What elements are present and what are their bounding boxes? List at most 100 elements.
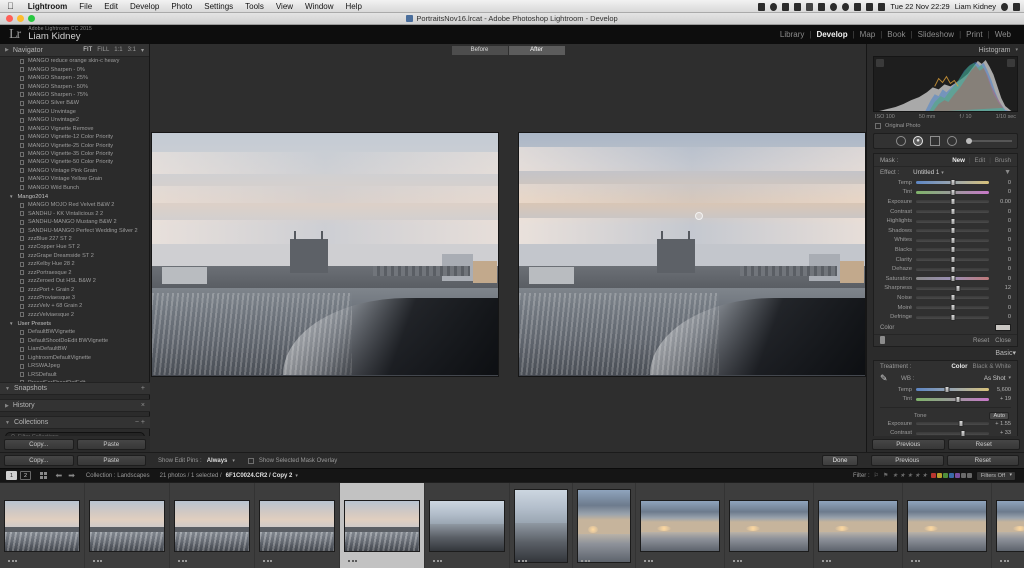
chevron-down-icon[interactable]: ▾ (295, 473, 298, 479)
filmstrip[interactable] (0, 482, 1024, 568)
preset-item[interactable]: LRSWAJpeg (2, 362, 146, 370)
treatment-color[interactable]: Color (951, 363, 967, 370)
slider-dehaze[interactable]: Dehaze 0 (874, 264, 1017, 274)
preset-item[interactable]: MANGO Vignette-12 Color Priority (2, 133, 146, 141)
module-slideshow[interactable]: Slideshow (913, 30, 959, 39)
histogram-header[interactable]: Histogram ▾ (867, 44, 1024, 56)
preset-item[interactable]: zzzGrape Dreamside ST 2 (2, 252, 146, 260)
preset-item[interactable]: LightroomDefaultVignette (2, 353, 146, 361)
reset-button[interactable]: Reset (947, 438, 1020, 450)
menu-help[interactable]: Help (340, 0, 368, 13)
menu-view[interactable]: View (270, 0, 299, 13)
before-photo[interactable] (150, 131, 499, 377)
slider-noise[interactable]: Noise 0 (874, 293, 1017, 303)
volume-icon[interactable] (878, 2, 886, 11)
module-print[interactable]: Print (961, 30, 987, 39)
slider-knob[interactable] (950, 275, 955, 283)
mask-mode-new[interactable]: New (952, 157, 965, 164)
preset-item[interactable]: zzzzPort + Grain 2 (2, 285, 146, 293)
slider-defringe[interactable]: Defringe 0 (874, 312, 1017, 322)
chevron-down-icon[interactable]: ▾ (941, 170, 944, 176)
chevron-down-icon[interactable]: ▼ (9, 194, 13, 199)
add-snapshot-button[interactable]: + (141, 385, 145, 392)
preset-item[interactable]: zzzBlue 227 ST 2 (2, 235, 146, 243)
wifi-icon[interactable] (854, 2, 862, 11)
preset-item[interactable]: MANGO Vignette-50 Color Priority (2, 158, 146, 166)
chevron-down-icon[interactable]: ▾ (1008, 375, 1011, 381)
collections-header[interactable]: ▼ Collections − + (0, 416, 150, 429)
slider-knob[interactable] (950, 208, 955, 216)
module-map[interactable]: Map (855, 30, 881, 39)
slider-highlights[interactable]: Highlights 0 (874, 216, 1017, 226)
grid-view-icon[interactable] (40, 472, 47, 479)
color-swatch[interactable] (995, 324, 1011, 332)
app-icon[interactable] (806, 2, 814, 11)
red-eye-tool[interactable]: ● (913, 136, 923, 146)
toolbar-paste-button[interactable]: Paste (76, 455, 146, 466)
preset-item[interactable]: MANGO Unvintage2 (2, 116, 146, 124)
thumb-river-weir-3[interactable] (170, 483, 255, 568)
slider-knob[interactable] (950, 313, 955, 321)
preset-item[interactable]: SANDHU - KK Vintalicious 2 2 (2, 209, 146, 217)
thumb-sunset-portrait[interactable] (573, 483, 636, 568)
thumb-river-weir-1[interactable] (0, 483, 85, 568)
slider-knob[interactable] (950, 304, 955, 312)
slider-contrast[interactable]: Contrast 0 (874, 207, 1017, 217)
zoom-fill[interactable]: FILL (97, 47, 109, 54)
star-icon[interactable]: ★ (922, 472, 927, 479)
slider-knob[interactable] (950, 265, 955, 273)
preset-item[interactable]: LiamDefaultBW (2, 345, 146, 353)
navigator-header[interactable]: ▶ Navigator FIT FILL 1:1 3:1 ▾ (0, 44, 149, 57)
thumb-sunset-beach-5[interactable] (992, 483, 1024, 568)
thumb-river-weir-2[interactable] (85, 483, 170, 568)
sync-icon[interactable] (794, 2, 802, 11)
preset-item[interactable]: zzzzVelviaesque 2 (2, 311, 146, 319)
slider-saturation[interactable]: Saturation 0 (874, 274, 1017, 284)
previous-button[interactable]: Previous (872, 438, 945, 450)
preset-item[interactable]: MANGO Vintage Yellow Grain (2, 175, 146, 183)
preset-group-user-presets[interactable]: ▼ User Presets (2, 319, 146, 328)
preset-item[interactable]: MANGO Sharpen - 0% (2, 65, 146, 73)
slider-blacks[interactable]: Blacks 0 (874, 245, 1017, 255)
menu-settings[interactable]: Settings (198, 0, 239, 13)
slider-track[interactable] (916, 246, 989, 254)
slider-knob[interactable] (950, 227, 955, 235)
slider-track[interactable] (916, 236, 989, 244)
preset-item[interactable]: MANGO Sharpen - 25% (2, 74, 146, 82)
color-label-chip[interactable] (955, 473, 960, 478)
history-header[interactable]: ▶ History × (0, 399, 150, 412)
history-disclosure-icon[interactable]: ▶ (5, 403, 9, 409)
graduated-filter-tool[interactable] (930, 136, 940, 146)
slider-knob[interactable] (955, 284, 961, 292)
arrow-left-icon[interactable]: ⬅ (53, 471, 66, 480)
slider-exposure[interactable]: Exposure 0.00 (874, 197, 1017, 207)
mac-clock[interactable]: Tue 22 Nov 22:29 (890, 2, 949, 11)
preset-item[interactable]: zzzKelby Hue 28 2 (2, 260, 146, 268)
color-label-chip[interactable] (961, 473, 966, 478)
slider-clarity[interactable]: Clarity 0 (874, 255, 1017, 265)
after-photo[interactable] (517, 131, 866, 377)
preset-item[interactable]: MANGO reduce orange skin-c heavy (2, 57, 146, 65)
chevron-down-icon[interactable]: ▾ (141, 47, 144, 54)
list-icon[interactable] (1013, 2, 1020, 11)
thumb-sunset-beach-2[interactable] (725, 483, 814, 568)
filmstrip-filename[interactable]: 6F1C0024.CR2 / Copy 2 (226, 473, 293, 479)
preset-item[interactable]: MANGO Vignette-25 Color Priority (2, 141, 146, 149)
slider-track[interactable] (916, 208, 989, 216)
chevron-down-icon[interactable]: ▾ (232, 458, 235, 464)
preset-item[interactable]: MANGO Sharpen - 75% (2, 91, 146, 99)
airplay-icon[interactable] (866, 2, 874, 11)
menu-window[interactable]: Window (299, 0, 339, 13)
effect-value[interactable]: Untitled 1 (913, 169, 939, 176)
slider-track[interactable] (916, 386, 989, 394)
slider-moir-[interactable]: Moiré 0 (874, 303, 1017, 313)
preset-item[interactable]: LRSDefault (2, 370, 146, 378)
thumb-river-weir-4[interactable] (255, 483, 340, 568)
star-rating-filter[interactable]: ★ ★ ★ ★ ★ (892, 472, 927, 479)
slider-track[interactable] (916, 265, 989, 273)
original-photo-toggle[interactable]: Original Photo (875, 123, 1024, 129)
go-back-button[interactable]: 1 (6, 471, 17, 480)
wb-value[interactable]: As Shot (984, 375, 1006, 382)
time-machine-icon[interactable] (842, 2, 850, 11)
after-tab[interactable]: After (508, 45, 565, 55)
